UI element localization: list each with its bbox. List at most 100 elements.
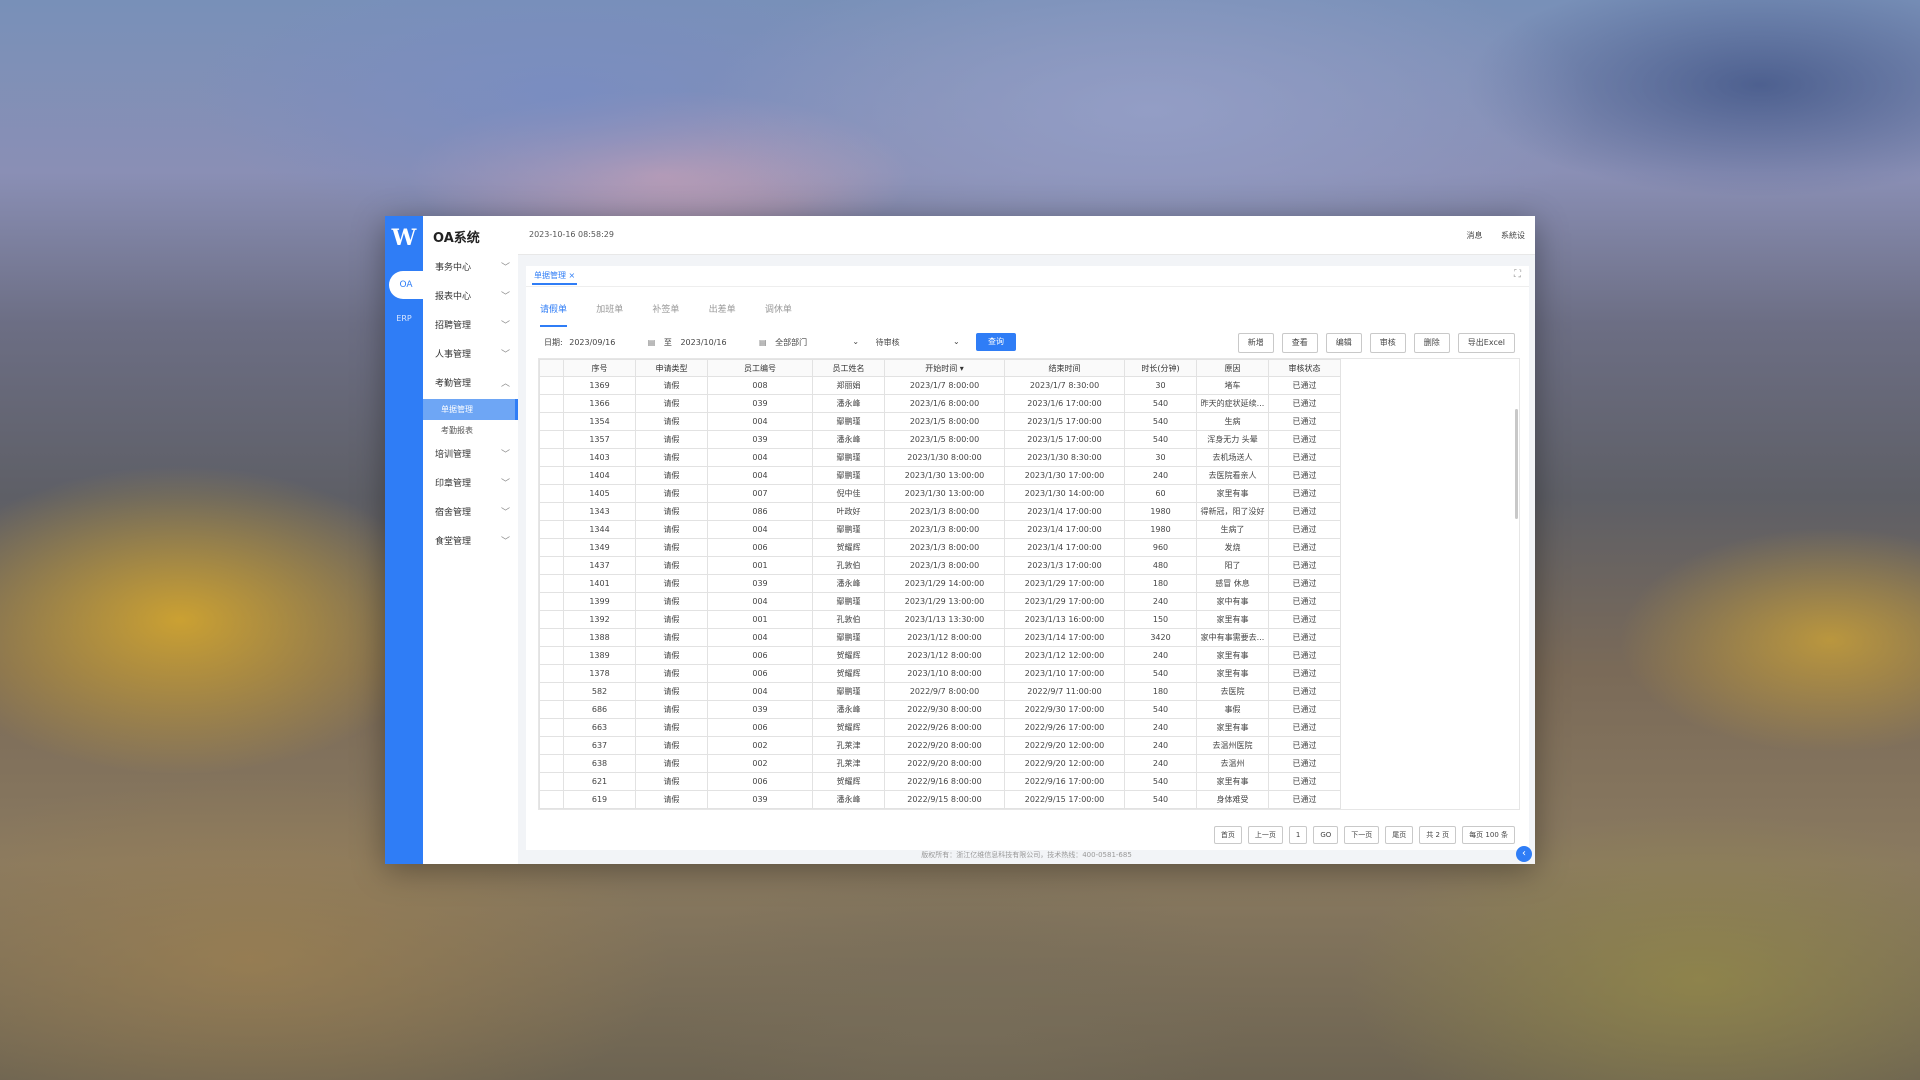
table-row[interactable]: 1401 请假 039 潘永峰 2023/1/29 14:00:00 2023/1/29 … — [539, 574, 1341, 593]
table-row[interactable]: 1344 请假 004 鄢鹏瑾 2023/1/3 8:00:00 2023/1/4 17:… — [539, 520, 1341, 539]
menu-recruitment[interactable]: 招聘管理 ﹀ — [423, 312, 518, 341]
page-size-select[interactable]: 每页 100 条 — [1462, 826, 1515, 844]
table-row[interactable]: 1349 请假 006 贺耀辉 2023/1/3 8:00:00 2023/1/4 17:… — [539, 538, 1341, 557]
row-select-cell[interactable] — [539, 556, 564, 575]
table-row[interactable]: 1437 请假 001 孔敦伯 2023/1/3 8:00:00 2023/1/3 17:… — [539, 556, 1341, 575]
export-excel-button[interactable]: 导出Excel — [1457, 333, 1515, 353]
settings-link[interactable]: 系統设 — [1501, 231, 1525, 240]
row-select-cell[interactable] — [539, 430, 564, 449]
row-select-cell[interactable] — [539, 394, 564, 413]
table-row[interactable]: 638 请假 002 孔莱津 2022/9/20 8:00:00 2022/9/20 12… — [539, 754, 1341, 773]
status-select[interactable]: 待审核 ⌄ — [876, 337, 962, 348]
row-select-cell[interactable] — [539, 484, 564, 503]
table-row[interactable]: 1357 请假 039 潘永峰 2023/1/5 8:00:00 2023/1/5 17:… — [539, 430, 1341, 449]
row-select-cell[interactable] — [539, 502, 564, 521]
table-row[interactable]: 1378 请假 006 贺耀辉 2023/1/10 8:00:00 2023/1/10 1… — [539, 664, 1341, 683]
page-number-input[interactable]: 1 — [1288, 826, 1308, 844]
table-row[interactable]: 1343 请假 086 叶政好 2023/1/3 8:00:00 2023/1/4 17:… — [539, 502, 1341, 521]
end-date-input[interactable]: 2023/10/16 — [680, 338, 750, 347]
submenu-attendance-report[interactable]: 考勤报表 — [423, 420, 518, 441]
tab-shift-off[interactable]: 调休单 — [765, 302, 792, 325]
next-page-button[interactable]: 下一页 — [1344, 826, 1380, 844]
module-oa[interactable]: OA — [389, 271, 423, 299]
last-page-button[interactable]: 尾页 — [1385, 826, 1414, 844]
menu-canteen[interactable]: 食堂管理 ﹀ — [423, 528, 518, 557]
row-select-cell[interactable] — [539, 376, 564, 395]
tab-resign[interactable]: 补签单 — [652, 302, 679, 325]
first-page-button[interactable]: 首页 — [1213, 826, 1242, 844]
row-select-cell[interactable] — [539, 610, 564, 629]
table-row[interactable]: 686 请假 039 潘永峰 2022/9/30 8:00:00 2022/9/30 17… — [539, 700, 1341, 719]
row-select-cell[interactable] — [539, 448, 564, 467]
tab-documents[interactable]: 单据管理 × — [532, 270, 578, 285]
table-row[interactable]: 1404 请假 004 鄢鹏瑾 2023/1/30 13:00:00 2023/1/30 … — [539, 466, 1341, 485]
department-select[interactable]: 全部部门 ⌄ — [775, 337, 861, 348]
add-button[interactable]: 新增 — [1237, 333, 1274, 353]
view-button[interactable]: 查看 — [1281, 333, 1318, 353]
table-cell: 潘永峰 — [812, 394, 885, 413]
table-row[interactable]: 1389 请假 006 贺耀辉 2023/1/12 8:00:00 2023/1/12 1… — [539, 646, 1341, 665]
go-button[interactable]: GO — [1313, 826, 1339, 844]
table-cell: 2023/1/30 8:30:00 — [1004, 448, 1125, 467]
table-row[interactable]: 1399 请假 004 鄢鹏瑾 2023/1/29 13:00:00 2023/1/29 … — [539, 592, 1341, 611]
messages-link[interactable]: 消息 — [1466, 231, 1482, 240]
edit-button[interactable]: 编辑 — [1325, 333, 1362, 353]
row-select-cell[interactable] — [539, 700, 564, 719]
tab-business-trip[interactable]: 出差单 — [709, 302, 736, 325]
approve-button[interactable]: 审核 — [1369, 333, 1406, 353]
calendar-icon[interactable]: ▤ — [648, 338, 656, 347]
table-row[interactable]: 582 请假 004 鄢鹏瑾 2022/9/7 8:00:00 2022/9/7 11:0… — [539, 682, 1341, 701]
fullscreen-icon[interactable]: ⛶ — [1514, 269, 1521, 280]
row-select-cell[interactable] — [539, 412, 564, 431]
table-row[interactable]: 1366 请假 039 潘永峰 2023/1/6 8:00:00 2023/1/6 17:… — [539, 394, 1341, 413]
row-select-cell[interactable] — [539, 682, 564, 701]
calendar-icon[interactable]: ▤ — [759, 338, 767, 347]
table-cell: 2023/1/7 8:00:00 — [884, 376, 1005, 395]
menu-training[interactable]: 培训管理 ﹀ — [423, 441, 518, 470]
row-select-cell[interactable] — [539, 574, 564, 593]
row-select-cell[interactable] — [539, 736, 564, 755]
tab-leave[interactable]: 请假单 — [540, 302, 568, 327]
table-cell: 2023/1/12 8:00:00 — [884, 628, 1005, 647]
row-select-cell[interactable] — [539, 646, 564, 665]
select-all-cell[interactable] — [539, 359, 564, 377]
start-date-input[interactable]: 2023/09/16 — [569, 338, 639, 347]
menu-dormitory[interactable]: 宿舍管理 ﹀ — [423, 499, 518, 528]
delete-button[interactable]: 删除 — [1413, 333, 1450, 353]
menu-affairs[interactable]: 事务中心 ﹀ — [423, 254, 518, 283]
table-row[interactable]: 637 请假 002 孔莱津 2022/9/20 8:00:00 2022/9/20 12… — [539, 736, 1341, 755]
row-select-cell[interactable] — [539, 520, 564, 539]
table-scrollbar[interactable] — [1515, 409, 1518, 519]
row-select-cell[interactable] — [539, 628, 564, 647]
menu-hr[interactable]: 人事管理 ﹀ — [423, 341, 518, 370]
row-select-cell[interactable] — [539, 754, 564, 773]
row-select-cell[interactable] — [539, 718, 564, 737]
menu-attendance[interactable]: 考勤管理 ︿ — [423, 370, 518, 399]
table-cell: 1392 — [563, 610, 636, 629]
tab-overtime[interactable]: 加班单 — [596, 302, 623, 325]
menu-seals[interactable]: 印章管理 ﹀ — [423, 470, 518, 499]
table-row[interactable]: 1354 请假 004 鄢鹏瑾 2023/1/5 8:00:00 2023/1/5 17:… — [539, 412, 1341, 431]
table-row[interactable]: 1392 请假 001 孔敦伯 2023/1/13 13:30:00 2023/1/13 … — [539, 610, 1341, 629]
menu-reports[interactable]: 报表中心 ﹀ — [423, 283, 518, 312]
table-row[interactable]: 621 请假 006 贺耀辉 2022/9/16 8:00:00 2022/9/16 17… — [539, 772, 1341, 791]
table-row[interactable]: 1369 请假 008 郑丽娟 2023/1/7 8:00:00 2023/1/7 8:3… — [539, 376, 1341, 395]
table-row[interactable]: 1388 请假 004 鄢鹏瑾 2023/1/12 8:00:00 2023/1/14 1… — [539, 628, 1341, 647]
table-row[interactable]: 619 请假 039 潘永峰 2022/9/15 8:00:00 2022/9/15 17… — [539, 790, 1341, 809]
table-row[interactable]: 1403 请假 004 鄢鹏瑾 2023/1/30 8:00:00 2023/1/30 8… — [539, 448, 1341, 467]
row-select-cell[interactable] — [539, 466, 564, 485]
table-row[interactable]: 1405 请假 007 倪中佳 2023/1/30 13:00:00 2023/1/30 … — [539, 484, 1341, 503]
table-cell: 已通过 — [1268, 772, 1341, 791]
submenu-documents[interactable]: 单据管理 — [423, 399, 518, 420]
query-button[interactable]: 查询 — [976, 333, 1016, 351]
prev-page-button[interactable]: 上一页 — [1247, 826, 1283, 844]
row-select-cell[interactable] — [539, 538, 564, 557]
row-select-cell[interactable] — [539, 592, 564, 611]
row-select-cell[interactable] — [539, 790, 564, 809]
collapse-chevron-icon[interactable]: ‹ — [1516, 846, 1532, 862]
table-row[interactable]: 663 请假 006 贺耀辉 2022/9/26 8:00:00 2022/9/26 17… — [539, 718, 1341, 737]
module-erp[interactable]: ERP — [385, 314, 423, 323]
row-select-cell[interactable] — [539, 664, 564, 683]
row-select-cell[interactable] — [539, 772, 564, 791]
column-header[interactable]: 开始时间 ▾ — [884, 359, 1005, 377]
